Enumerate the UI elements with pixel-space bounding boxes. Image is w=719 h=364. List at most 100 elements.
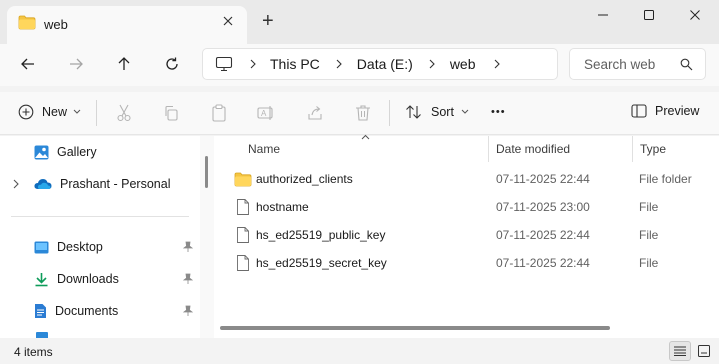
downloads-icon	[34, 272, 49, 287]
chevron-right-icon	[249, 58, 257, 70]
file-icon	[234, 199, 252, 215]
close-window-button[interactable]	[672, 0, 718, 30]
table-row[interactable]: hostname 07-11-2025 23:00 File	[234, 193, 714, 221]
sidebar-item-label: Documents	[55, 304, 119, 318]
file-name: hs_ed25519_public_key	[256, 228, 386, 242]
back-button[interactable]	[14, 50, 42, 78]
horizontal-scrollbar-thumb[interactable]	[220, 326, 610, 330]
file-date: 07-11-2025 22:44	[496, 228, 590, 242]
paste-icon[interactable]	[207, 101, 231, 125]
chevron-right-icon[interactable]	[493, 58, 501, 70]
file-date: 07-11-2025 22:44	[496, 256, 590, 270]
sidebar-item-desktop[interactable]: Desktop	[34, 232, 103, 262]
delete-icon[interactable]	[351, 101, 375, 125]
sort-label: Sort	[431, 105, 454, 119]
preview-button[interactable]: Preview	[631, 104, 699, 118]
file-type: File	[639, 228, 659, 242]
file-icon	[234, 255, 252, 271]
preview-pane-icon	[631, 104, 647, 118]
tab-web[interactable]	[7, 6, 247, 44]
address-bar[interactable]: This PC Data (E:) web	[202, 48, 558, 80]
file-date: 07-11-2025 23:00	[496, 200, 590, 214]
breadcrumb-this-pc[interactable]: This PC	[270, 56, 320, 72]
column-header-date[interactable]: Date modified	[496, 142, 570, 156]
status-bar	[0, 338, 719, 364]
folder-icon	[18, 15, 36, 30]
pin-icon[interactable]	[183, 273, 193, 285]
sidebar-item-gallery[interactable]: Gallery	[34, 137, 97, 167]
column-divider[interactable]	[632, 136, 633, 162]
close-tab-icon[interactable]	[220, 13, 236, 29]
new-button[interactable]: New	[18, 104, 81, 120]
item-count: 4 items	[14, 345, 53, 359]
divider	[389, 100, 390, 126]
file-type: File	[639, 200, 659, 214]
folder-icon	[234, 172, 252, 187]
pin-icon[interactable]	[183, 241, 193, 253]
file-type: File folder	[639, 172, 692, 186]
refresh-button[interactable]	[158, 50, 186, 78]
file-list: Name Date modified Type authorized_clien…	[214, 134, 719, 338]
sidebar-item-downloads[interactable]: Downloads	[34, 264, 119, 294]
divider	[96, 100, 97, 126]
breadcrumb-web[interactable]: web	[450, 56, 476, 72]
navigation-scrollbar[interactable]	[200, 136, 214, 338]
chevron-right-icon[interactable]	[335, 58, 343, 70]
rename-icon[interactable]: A	[254, 101, 278, 125]
documents-icon	[34, 303, 47, 319]
file-date: 07-11-2025 22:44	[496, 172, 590, 186]
new-label: New	[42, 105, 68, 119]
sidebar-item-label: Desktop	[57, 240, 103, 254]
sidebar-item-onedrive[interactable]: Prashant - Personal	[34, 169, 170, 199]
cut-icon[interactable]	[112, 101, 136, 125]
new-tab-button[interactable]: +	[262, 10, 274, 33]
divider	[11, 216, 189, 217]
this-pc-icon	[215, 56, 233, 72]
column-header-type[interactable]: Type	[640, 142, 666, 156]
column-header-name[interactable]: Name	[248, 142, 280, 156]
search-icon	[680, 58, 693, 71]
maximize-button[interactable]	[626, 0, 672, 30]
expand-chevron-icon[interactable]	[12, 178, 20, 190]
sort-ascending-icon	[361, 134, 370, 140]
sidebar-item-label: Downloads	[57, 272, 119, 286]
plus-circle-icon	[18, 104, 34, 120]
table-row[interactable]: hs_ed25519_secret_key 07-11-2025 22:44 F…	[234, 249, 714, 277]
onedrive-icon	[34, 178, 52, 190]
search-input[interactable]: Search web	[584, 57, 655, 72]
up-button[interactable]	[110, 50, 138, 78]
table-row[interactable]: hs_ed25519_public_key 07-11-2025 22:44 F…	[234, 221, 714, 249]
file-type: File	[639, 256, 659, 270]
file-name: hostname	[256, 200, 309, 214]
breadcrumb-data-e[interactable]: Data (E:)	[357, 56, 413, 72]
desktop-icon	[34, 241, 49, 254]
navigation-pane: Gallery Prashant - Personal Desktop Down…	[0, 136, 200, 338]
chevron-right-icon[interactable]	[428, 58, 436, 70]
tiles-view-icon	[698, 345, 710, 357]
details-view-icon	[674, 346, 686, 356]
scrollbar-thumb[interactable]	[205, 156, 208, 188]
sidebar-item-documents[interactable]: Documents	[34, 296, 118, 326]
column-divider[interactable]	[488, 136, 489, 162]
svg-text:A: A	[261, 109, 267, 118]
minimize-button[interactable]	[580, 0, 626, 30]
search-box[interactable]: Search web	[569, 48, 706, 80]
forward-button[interactable]	[62, 50, 90, 78]
file-icon	[234, 227, 252, 243]
pin-icon[interactable]	[183, 305, 193, 317]
more-options-button[interactable]: •••	[491, 106, 506, 118]
details-view-button[interactable]	[669, 341, 691, 361]
chevron-down-icon	[461, 109, 469, 115]
sort-button[interactable]: Sort	[405, 104, 469, 120]
tab-title: web	[44, 17, 68, 32]
tiles-view-button[interactable]	[694, 341, 714, 361]
gallery-icon	[34, 145, 49, 160]
copy-icon[interactable]	[159, 101, 183, 125]
sort-icon	[405, 104, 423, 120]
table-row[interactable]: authorized_clients 07-11-2025 22:44 File…	[234, 165, 714, 193]
share-icon[interactable]	[303, 101, 327, 125]
chevron-down-icon	[73, 109, 81, 115]
file-name: hs_ed25519_secret_key	[256, 256, 387, 270]
sidebar-item-label: Gallery	[57, 145, 97, 159]
preview-label: Preview	[655, 104, 700, 118]
